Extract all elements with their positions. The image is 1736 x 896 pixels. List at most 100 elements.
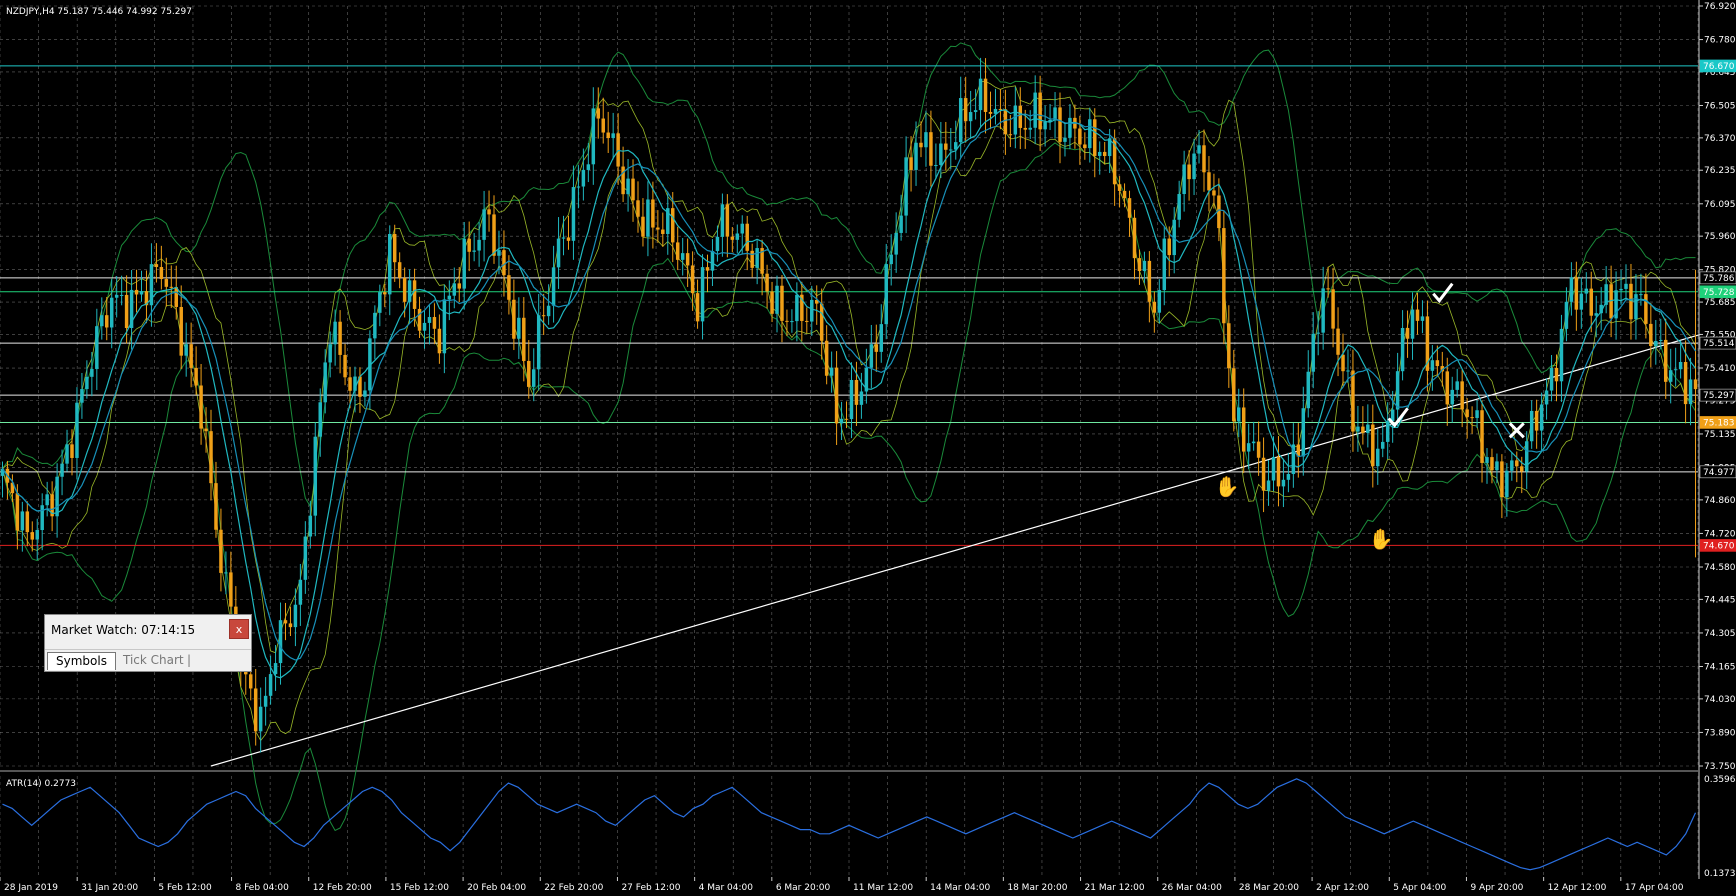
candle-body (1371, 424, 1375, 467)
candle-body (1301, 408, 1306, 457)
candle-body (1520, 466, 1524, 472)
candle-body (194, 367, 198, 386)
candle-body (229, 572, 233, 607)
candle-body (1202, 145, 1206, 173)
candle-body (849, 380, 854, 420)
candle-body (1564, 301, 1569, 329)
candle-body (109, 297, 114, 328)
time-label: 9 Apr 20:00 (1470, 883, 1523, 893)
candle-body (1162, 238, 1167, 291)
tab-symbols[interactable]: Symbols (47, 652, 116, 670)
candle-body (283, 620, 288, 624)
candle-body (561, 237, 566, 239)
candle-body (114, 294, 119, 298)
price-tick-label: 74.305 (1704, 629, 1736, 639)
price-tick-label: 74.860 (1704, 496, 1736, 506)
candle-body (1376, 448, 1380, 467)
market-watch-tabs: Symbols Tick Chart | (45, 649, 251, 672)
candle-body (1395, 371, 1400, 410)
candle-body (1117, 184, 1122, 191)
candle-body (30, 532, 35, 540)
candle-body (839, 418, 844, 424)
price-tick-label: 73.890 (1704, 728, 1736, 738)
candle-body (164, 279, 169, 287)
candle-body (412, 280, 417, 309)
candle-body (1579, 293, 1584, 310)
candle-body (1659, 339, 1663, 341)
candle-body (1644, 294, 1648, 324)
candle-body (1043, 121, 1047, 130)
candle-body (1435, 360, 1440, 367)
candle-body (1261, 457, 1266, 491)
candle-body (949, 149, 953, 151)
candle-body (209, 431, 213, 484)
candle-body (894, 232, 898, 255)
candle-body (1018, 105, 1023, 128)
candle-body (889, 254, 893, 265)
candle-body (1460, 381, 1464, 410)
candle-body (492, 214, 496, 256)
candle-body (1266, 480, 1271, 491)
candle-body (1544, 390, 1549, 405)
candle-body (15, 493, 20, 531)
candle-body (1619, 288, 1623, 291)
candle-body (363, 390, 367, 397)
candle-body (1157, 290, 1162, 313)
candle-body (70, 444, 74, 458)
candle-body (646, 199, 650, 237)
candle-body (397, 262, 402, 278)
candle-body (432, 317, 437, 329)
candle-body (278, 620, 283, 664)
candle-body (879, 324, 884, 352)
price-tick-label: 76.780 (1704, 36, 1736, 46)
candle-body (338, 321, 342, 355)
close-button[interactable]: x (229, 619, 249, 639)
candle-body (1668, 370, 1673, 382)
candle-body (690, 265, 695, 294)
tab-separator: | (187, 653, 192, 667)
candle-body (978, 78, 983, 111)
candle-body (512, 299, 516, 339)
candle-body (1634, 294, 1638, 320)
time-label: 12 Apr 12:00 (1548, 883, 1607, 893)
candle-body (909, 157, 913, 170)
candle-body (1068, 117, 1072, 138)
candle-body (273, 663, 278, 675)
candle-body (785, 320, 789, 322)
candle-body (586, 164, 591, 170)
candle-body (720, 204, 725, 237)
candle-body (1673, 369, 1678, 371)
candle-body (1500, 461, 1504, 498)
candle-body (1038, 92, 1042, 130)
candle-body (40, 505, 44, 531)
candle-body (1346, 370, 1350, 372)
candle-body (1033, 92, 1037, 128)
candle-body (119, 294, 124, 296)
candle-body (35, 530, 39, 540)
candle-body (427, 317, 432, 323)
candle-body (1271, 456, 1276, 481)
candle-body (661, 229, 665, 234)
candle-body (462, 238, 466, 289)
time-label: 5 Apr 04:00 (1393, 883, 1446, 893)
candle-body (700, 267, 705, 322)
candle-body (715, 236, 720, 252)
candle-body (1654, 340, 1658, 347)
candle-body (750, 250, 754, 268)
chart-window[interactable]: ✋✋ 76.92076.78076.64576.50576.37076.2357… (0, 0, 1736, 896)
candle-body (1326, 288, 1330, 290)
candle-body (388, 234, 392, 295)
candle-body (447, 295, 452, 300)
level-label: 74.977 (1703, 468, 1735, 478)
candle-body (179, 306, 183, 356)
tab-tick-chart[interactable]: Tick Chart (115, 652, 192, 670)
candle-body (1237, 407, 1241, 422)
candle-body (95, 326, 99, 369)
time-label: 28 Mar 20:00 (1239, 883, 1299, 893)
market-watch-panel[interactable]: Market Watch: 07:14:15 x Symbols Tick Ch… (44, 614, 252, 672)
candle-body (313, 436, 318, 516)
candle-body (1663, 339, 1668, 382)
price-tick-label: 75.135 (1704, 430, 1736, 440)
candle-body (591, 108, 596, 165)
candle-body (487, 209, 491, 215)
